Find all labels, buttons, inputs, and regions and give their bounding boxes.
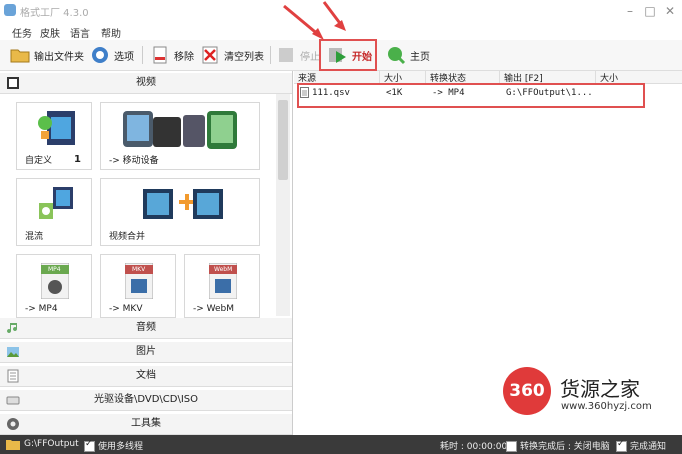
clear-list-label: 清空列表 bbox=[224, 51, 264, 63]
disc-drive-icon bbox=[6, 396, 20, 405]
video-category-header[interactable]: 视频 bbox=[0, 73, 292, 94]
mux-icon bbox=[39, 187, 73, 219]
row-highlight bbox=[297, 83, 645, 108]
tile-mobile[interactable]: -> 移动设备 bbox=[100, 102, 260, 170]
picture-icon bbox=[7, 347, 19, 357]
options-button[interactable]: 选项 bbox=[90, 43, 134, 67]
tile-mux[interactable]: 混流 bbox=[16, 178, 92, 246]
music-note-icon bbox=[7, 323, 18, 334]
video-category-label: 视频 bbox=[136, 77, 156, 88]
watermark-name: 货源之家 bbox=[560, 377, 640, 401]
menu-task[interactable]: 任务 bbox=[12, 25, 32, 40]
col-output[interactable]: 输出 [F2] bbox=[500, 71, 596, 84]
maximize-button[interactable]: □ bbox=[640, 3, 660, 19]
remove-button[interactable]: 移除 bbox=[150, 43, 194, 67]
tile-mobile-label: -> 移动设备 bbox=[109, 156, 159, 166]
options-label: 选项 bbox=[114, 51, 134, 63]
mp4-badge: MP4 bbox=[48, 266, 61, 273]
tools-category-header[interactable]: 工具集 bbox=[0, 414, 292, 435]
mkv-badge: MKV bbox=[132, 266, 146, 273]
scrollbar-thumb[interactable] bbox=[278, 100, 288, 180]
watermark-url: www.360hyzj.com bbox=[561, 401, 652, 412]
col-source[interactable]: 来源 bbox=[294, 71, 380, 84]
disc-category-header[interactable]: 光驱设备\DVD\CD\ISO bbox=[0, 390, 292, 411]
tools-icon bbox=[7, 418, 19, 430]
mobile-devices-icon bbox=[123, 111, 237, 149]
multithread-checkbox[interactable]: 使用多线程 bbox=[84, 439, 143, 452]
tile-mkv[interactable]: MKV -> MKV bbox=[100, 254, 176, 318]
options-icon bbox=[92, 47, 108, 63]
multithread-label: 使用多线程 bbox=[98, 442, 144, 452]
tile-custom-count: 1 bbox=[74, 154, 81, 165]
document-category-label: 文档 bbox=[136, 370, 156, 381]
clear-icon bbox=[202, 46, 218, 64]
stop-icon bbox=[279, 48, 293, 62]
app-icon bbox=[4, 4, 16, 16]
checkbox-icon bbox=[84, 439, 95, 452]
home-icon bbox=[388, 47, 406, 65]
remove-label: 移除 bbox=[174, 51, 194, 63]
checkbox-icon bbox=[616, 439, 627, 452]
menu-skin[interactable]: 皮肤 bbox=[40, 25, 60, 40]
custom-video-icon bbox=[38, 111, 75, 145]
tile-mp4-label: -> MP4 bbox=[25, 304, 58, 314]
tile-custom-label: 自定义 bbox=[25, 156, 53, 166]
home-label: 主页 bbox=[410, 51, 430, 63]
notify-checkbox[interactable]: 完成通知 bbox=[616, 439, 666, 452]
merge-icon bbox=[143, 189, 223, 219]
close-button[interactable]: ✕ bbox=[660, 3, 680, 19]
image-category-label: 图片 bbox=[136, 346, 156, 357]
tile-merge[interactable]: 视频合并 bbox=[100, 178, 260, 246]
tile-merge-label: 视频合并 bbox=[109, 232, 146, 242]
webm-badge: WebM bbox=[214, 266, 233, 273]
folder-icon bbox=[10, 49, 30, 63]
stop-button[interactable]: 停止 bbox=[276, 43, 320, 67]
tools-category-label: 工具集 bbox=[131, 418, 161, 429]
after-convert-checkbox[interactable]: 转换完成后 : 关闭电脑 bbox=[506, 439, 610, 452]
document-category-header[interactable]: 文档 bbox=[0, 366, 292, 387]
after-convert-label: 转换完成后 : 关闭电脑 bbox=[520, 442, 610, 452]
col-size[interactable]: 大小 bbox=[380, 71, 426, 84]
tile-webm-label: -> WebM bbox=[193, 304, 235, 314]
tile-mux-label: 混流 bbox=[25, 232, 44, 242]
clear-list-button[interactable]: 清空列表 bbox=[200, 43, 264, 67]
output-folder-label: 输出文件夹 bbox=[34, 51, 84, 63]
output-path[interactable]: G:\FFOutput bbox=[24, 439, 79, 449]
notify-label: 完成通知 bbox=[630, 442, 667, 452]
audio-category-header[interactable]: 音频 bbox=[0, 318, 292, 339]
remove-icon bbox=[153, 46, 167, 64]
checkbox-icon bbox=[506, 441, 517, 452]
folder-icon bbox=[6, 440, 20, 450]
tile-webm[interactable]: WebM -> WebM bbox=[184, 254, 260, 318]
audio-category-label: 音频 bbox=[136, 322, 156, 333]
col-status[interactable]: 转换状态 bbox=[426, 71, 500, 84]
output-folder-button[interactable]: 输出文件夹 bbox=[10, 43, 84, 67]
tile-custom[interactable]: 自定义 1 bbox=[16, 102, 92, 170]
start-highlight bbox=[319, 39, 377, 71]
document-icon bbox=[7, 369, 19, 383]
film-icon bbox=[7, 77, 19, 89]
col-output-size[interactable]: 大小 bbox=[596, 71, 656, 84]
watermark-logo: 360 bbox=[503, 367, 551, 415]
elapsed-time: 耗时 : 00:00:00 bbox=[440, 442, 508, 452]
annotation-arrow bbox=[322, 1, 346, 31]
menu-help[interactable]: 帮助 bbox=[101, 25, 121, 40]
menu-language[interactable]: 语言 bbox=[70, 25, 90, 40]
minimize-button[interactable]: – bbox=[620, 3, 640, 19]
image-category-header[interactable]: 图片 bbox=[0, 342, 292, 363]
stop-label: 停止 bbox=[300, 51, 320, 63]
window-title: 格式工厂 4.3.0 bbox=[20, 8, 89, 19]
toolbar-divider bbox=[270, 46, 271, 64]
disc-category-label: 光驱设备\DVD\CD\ISO bbox=[93, 394, 199, 405]
home-button[interactable]: 主页 bbox=[386, 43, 430, 67]
tile-mkv-label: -> MKV bbox=[109, 304, 143, 314]
tile-mp4[interactable]: MP4 -> MP4 bbox=[16, 254, 92, 318]
toolbar-divider bbox=[142, 46, 143, 64]
status-bar: G:\FFOutput 使用多线程 耗时 : 00:00:00 转换完成后 : … bbox=[0, 435, 682, 454]
